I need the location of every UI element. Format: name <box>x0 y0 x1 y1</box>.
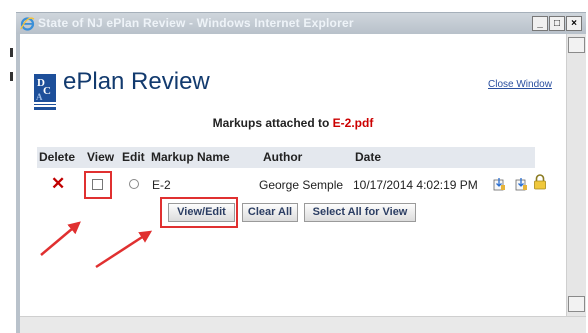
scroll-up-button[interactable] <box>568 37 585 53</box>
maximize-button[interactable]: □ <box>549 16 565 31</box>
window-bottom-border <box>20 316 586 333</box>
window-title: State of NJ ePlan Review - Windows Inter… <box>38 16 354 30</box>
ie-logo-icon <box>20 17 35 31</box>
background-tick <box>10 72 13 81</box>
vertical-scrollbar[interactable] <box>566 34 586 316</box>
window-controls: _ □ × <box>532 16 582 31</box>
close-button[interactable]: × <box>566 16 582 31</box>
background-tick <box>10 48 13 57</box>
window-titlebar[interactable]: State of NJ ePlan Review - Windows Inter… <box>16 12 586 34</box>
arrow-to-view-edit <box>95 230 153 269</box>
minimize-button[interactable]: _ <box>532 16 548 31</box>
scroll-down-button[interactable] <box>568 296 585 312</box>
annotation-arrows <box>40 221 153 269</box>
background-page-edge <box>0 0 16 333</box>
arrow-to-checkbox <box>40 221 81 256</box>
page-content: D C A ePlan Review Close Window Markups … <box>20 34 566 316</box>
